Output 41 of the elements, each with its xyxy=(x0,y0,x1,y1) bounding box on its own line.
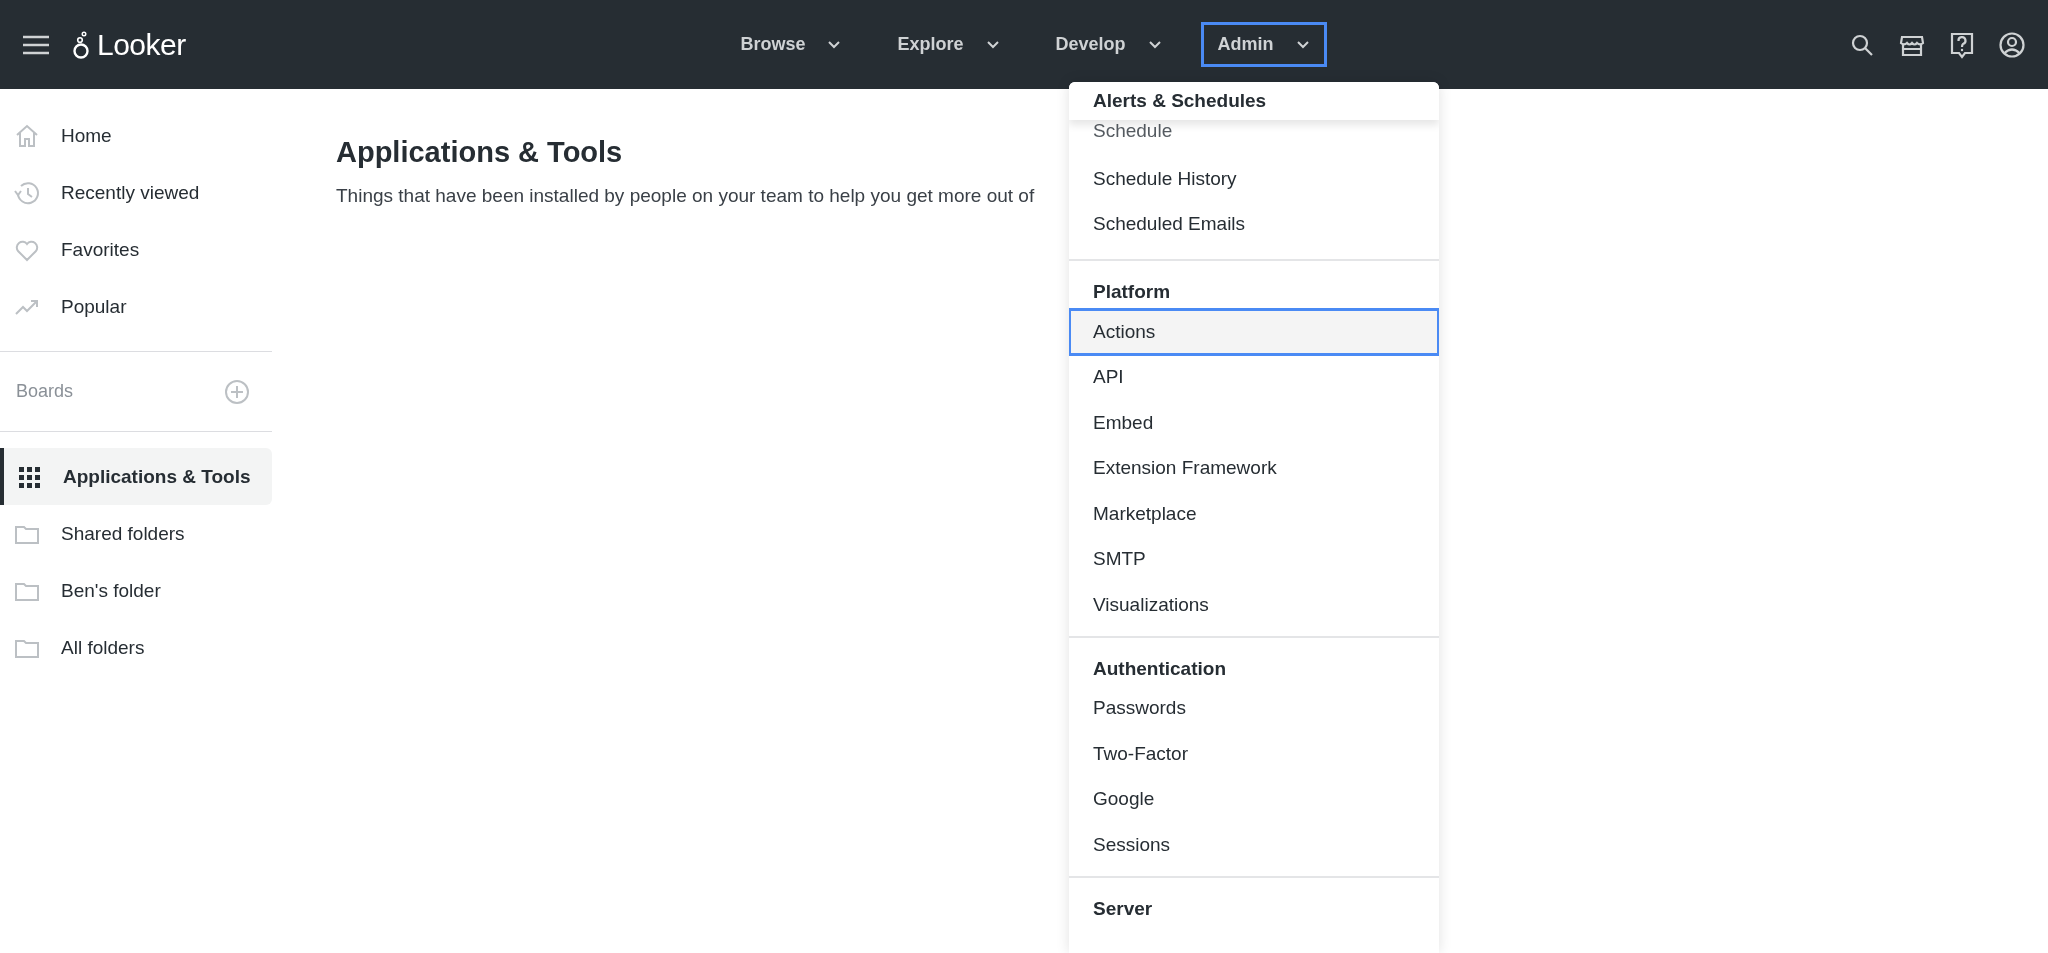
menu-item[interactable]: Two-Factor xyxy=(1069,731,1439,777)
nav-menu-button[interactable]: Browse xyxy=(723,22,859,67)
sidebar-item[interactable]: Home xyxy=(0,107,272,164)
menu-item[interactable]: Embed xyxy=(1069,400,1439,446)
logo-text: Looker xyxy=(97,27,186,62)
menu-section-heading: Alerts & Schedules xyxy=(1069,82,1439,120)
section-label: Boards xyxy=(16,381,74,402)
menu-item[interactable]: Google xyxy=(1069,776,1439,822)
sidebar-item[interactable]: Ben's folder xyxy=(0,562,272,619)
nav-menu-button[interactable]: Develop xyxy=(1038,22,1179,67)
menu-item[interactable]: Schedule xyxy=(1069,120,1439,156)
menu-section-heading: Authentication xyxy=(1092,656,1227,681)
sidebar-item[interactable]: Recently viewed xyxy=(0,164,272,221)
chevron-down-icon xyxy=(985,39,1000,50)
help-icon[interactable] xyxy=(1948,30,1976,59)
chevron-down-icon xyxy=(827,39,842,50)
menu-item[interactable]: Sessions xyxy=(1069,822,1439,868)
nav-menu-button[interactable]: Admin xyxy=(1200,22,1327,67)
sidebar-item[interactable]: Shared folders xyxy=(0,505,272,562)
account-icon[interactable] xyxy=(1998,30,2026,59)
sidebar-item[interactable]: Applications & Tools xyxy=(0,448,272,505)
sidebar-item[interactable]: Favorites xyxy=(0,221,272,278)
menu-section-heading: Platform xyxy=(1092,280,1172,304)
menu-item[interactable]: Extension Framework xyxy=(1069,445,1439,491)
menu-item[interactable]: Actions xyxy=(1069,309,1439,355)
menu-item[interactable]: Visualizations xyxy=(1069,582,1439,628)
menu-item[interactable]: SMTP xyxy=(1069,536,1439,582)
menu-item[interactable]: Schedule History xyxy=(1069,156,1439,202)
page-title: Applications & Tools xyxy=(336,136,624,169)
menu-section-heading: Server xyxy=(1092,896,1154,921)
menu-item[interactable]: Marketplace xyxy=(1069,491,1439,537)
menu-icon[interactable] xyxy=(23,34,49,55)
nav-menu-button[interactable]: Explore xyxy=(880,22,1017,67)
page-description: Things that have been installed by people on your team to help you get more out of xyxy=(336,185,1035,207)
chevron-down-icon xyxy=(1295,39,1310,50)
chevron-down-icon xyxy=(1147,39,1162,50)
menu-item[interactable]: Passwords xyxy=(1069,685,1439,731)
menu-item[interactable]: Scheduled Emails xyxy=(1069,201,1439,247)
sidebar-item[interactable]: All folders xyxy=(0,619,272,676)
sidebar-item[interactable]: Popular xyxy=(0,278,272,335)
menu-item[interactable]: API xyxy=(1069,354,1439,400)
